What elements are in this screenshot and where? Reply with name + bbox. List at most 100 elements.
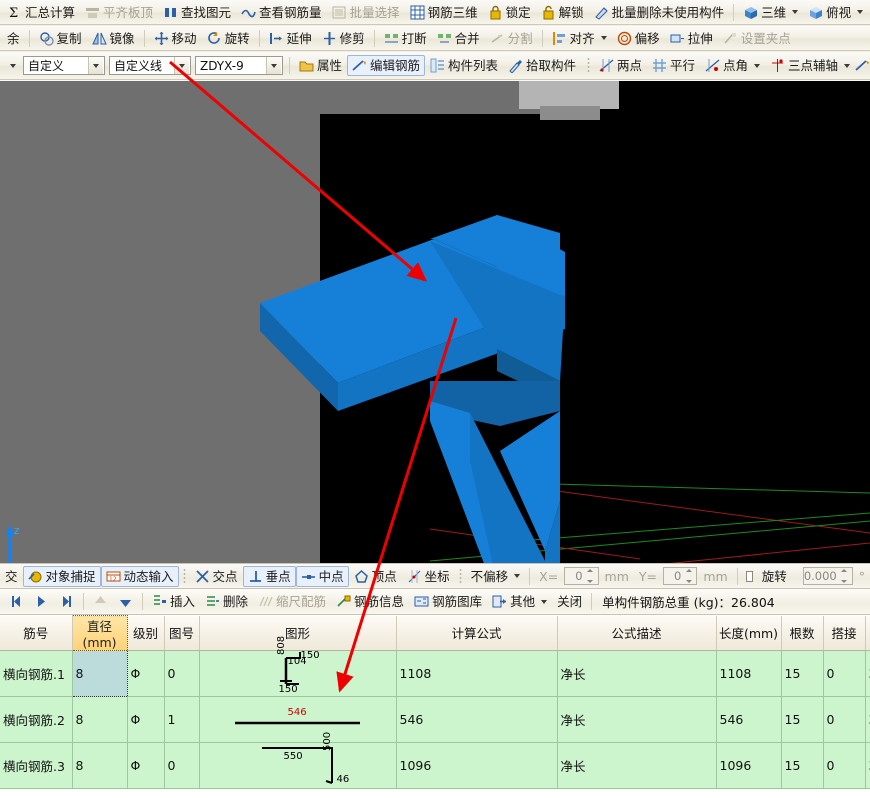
rotate-stepper[interactable] bbox=[839, 568, 850, 584]
prop-button-编辑钢筋[interactable]: 编辑钢筋 bbox=[347, 55, 425, 76]
component-name-combo[interactable]: ZDYX-9 bbox=[195, 56, 283, 75]
cell-sunhao[interactable]: 3 bbox=[865, 651, 870, 697]
prop-button-拾取构件[interactable]: 拾取构件 bbox=[503, 55, 581, 76]
offset-y-stepper[interactable] bbox=[683, 568, 694, 584]
cell-tuxing[interactable]: 546 bbox=[199, 697, 396, 743]
snap-button-坐标[interactable]: 坐标 bbox=[402, 566, 455, 587]
edit-button-修剪[interactable]: 修剪 bbox=[317, 28, 370, 49]
column-header-genshu[interactable]: 根数 bbox=[781, 616, 823, 651]
main-button-汇总计算[interactable]: Σ汇总计算 bbox=[2, 2, 80, 23]
chevron-down-icon[interactable] bbox=[792, 10, 798, 14]
rotate-input[interactable]: 0.000 bbox=[803, 567, 853, 585]
main-button-钢筋三维[interactable]: 钢筋三维 bbox=[405, 2, 483, 23]
snap-button-顶点[interactable]: 顶点 bbox=[349, 566, 402, 587]
rebar-button-其他[interactable]: 其他 bbox=[487, 591, 552, 612]
edit-button-合并[interactable]: 合并 bbox=[432, 28, 485, 49]
cell-zhijing[interactable]: 8 bbox=[72, 697, 127, 743]
cell-genshu[interactable]: 15 bbox=[781, 697, 823, 743]
edit-button-延伸[interactable]: 延伸 bbox=[264, 28, 317, 49]
rebar-button-删除[interactable]: 删除 bbox=[200, 591, 253, 612]
cell-dajie[interactable]: 0 bbox=[823, 743, 865, 789]
cell-jinhao[interactable]: 横向钢筋.3 bbox=[0, 743, 72, 789]
cell-gongshi[interactable]: 1108 bbox=[396, 651, 557, 697]
cell-tuhao[interactable]: 1 bbox=[164, 697, 199, 743]
column-header-miaoshu[interactable]: 公式描述 bbox=[557, 616, 716, 651]
custom-line-combo[interactable]: 自定义线 bbox=[109, 56, 191, 75]
table-row[interactable]: 横向钢筋.38Φ0550500461096净长10961503 bbox=[0, 743, 870, 789]
snapbar-leading-label[interactable]: 交 bbox=[0, 566, 23, 587]
cell-zhijing[interactable]: 8 bbox=[72, 651, 127, 697]
cell-gongshi[interactable]: 1096 bbox=[396, 743, 557, 789]
cell-sunhao[interactable]: 3 bbox=[865, 743, 870, 789]
axis-button-三点辅轴[interactable]: 三点辅轴 bbox=[765, 55, 855, 76]
rotate-checkbox[interactable] bbox=[746, 571, 753, 582]
column-header-changdu[interactable]: 长度(mm) bbox=[716, 616, 781, 651]
column-header-tuxing[interactable]: 图形 bbox=[199, 616, 396, 651]
main-button-查看钢筋量[interactable]: 查看钢筋量 bbox=[236, 2, 327, 23]
cell-miaoshu[interactable]: 净长 bbox=[557, 651, 716, 697]
offset-y-input[interactable]: 0 bbox=[663, 567, 697, 585]
cell-changdu[interactable]: 1108 bbox=[716, 651, 781, 697]
rebar-table-container[interactable]: 筋号直径(mm)级别图号图形计算公式公式描述长度(mm)根数搭接损 横向钢筋.1… bbox=[0, 615, 870, 798]
rebar-button-钢筋信息[interactable]: 钢筋信息 bbox=[331, 591, 409, 612]
rebar-button-钢筋图库[interactable]: 钢筋图库 bbox=[409, 591, 487, 612]
rebar-nav-button-btn[interactable] bbox=[54, 591, 79, 612]
prop-button-构件列表[interactable]: 构件列表 bbox=[425, 55, 503, 76]
cell-tuxing[interactable]: 808104150150 bbox=[199, 651, 396, 697]
table-row[interactable]: 横向钢筋.28Φ1546546净长5461503 bbox=[0, 697, 870, 743]
cell-jibie[interactable]: Φ bbox=[127, 651, 164, 697]
cell-genshu[interactable]: 15 bbox=[781, 651, 823, 697]
custom-line-combo-dropdown-arrow[interactable] bbox=[174, 57, 189, 74]
column-header-zhijing[interactable]: 直径(mm) bbox=[72, 616, 127, 651]
rebar-move-button-btn[interactable] bbox=[113, 591, 138, 612]
axis-button-两点[interactable]: 两点 bbox=[594, 55, 647, 76]
snap-button-垂点[interactable]: 垂点 bbox=[243, 566, 296, 587]
edit-button-移动[interactable]: 移动 bbox=[149, 28, 202, 49]
edit-button-偏移[interactable]: 偏移 bbox=[612, 28, 665, 49]
column-header-dajie[interactable]: 搭接 bbox=[823, 616, 865, 651]
axis-button-点角[interactable]: 点角 bbox=[700, 55, 765, 76]
edit-button-对齐[interactable]: 对齐 bbox=[547, 28, 612, 49]
prop-button-属性[interactable]: 属性 bbox=[294, 55, 347, 76]
cell-jinhao[interactable]: 横向钢筋.2 bbox=[0, 697, 72, 743]
chevron-down-icon[interactable] bbox=[844, 64, 850, 68]
edit-toolbar-leading-label[interactable]: 余 bbox=[2, 28, 25, 49]
offset-x-input[interactable]: 0 bbox=[564, 567, 598, 585]
table-row[interactable]: 横向钢筋.18Φ08081041501501108净长11081503 bbox=[0, 651, 870, 697]
main-button-解锁[interactable]: 解锁 bbox=[536, 2, 589, 23]
main-button-俯视[interactable]: 俯视 bbox=[803, 2, 868, 23]
main-button-查找图元[interactable]: 查找图元 bbox=[158, 2, 236, 23]
edit-button-拉伸[interactable]: 拉伸 bbox=[665, 28, 718, 49]
chevron-down-icon[interactable] bbox=[857, 10, 863, 14]
cell-jinhao[interactable]: 横向钢筋.1 bbox=[0, 651, 72, 697]
cell-dajie[interactable]: 0 bbox=[823, 697, 865, 743]
chevron-down-icon[interactable] bbox=[754, 64, 760, 68]
chevron-down-icon[interactable] bbox=[541, 600, 547, 604]
cell-dajie[interactable]: 0 bbox=[823, 651, 865, 697]
cell-changdu[interactable]: 1096 bbox=[716, 743, 781, 789]
main-button-批量删除未使用构件[interactable]: 批量删除未使用构件 bbox=[589, 2, 730, 23]
component-name-combo-dropdown-arrow[interactable] bbox=[266, 57, 281, 74]
chevron-down-icon[interactable] bbox=[601, 36, 607, 40]
edit-button-旋转[interactable]: 旋转 bbox=[202, 28, 255, 49]
rebar-nav-button-btn[interactable] bbox=[29, 591, 54, 612]
axis-button-平行[interactable]: 平行 bbox=[647, 55, 700, 76]
edit-button-镜像[interactable]: 镜像 bbox=[87, 28, 140, 49]
cell-genshu[interactable]: 15 bbox=[781, 743, 823, 789]
column-header-jinhao[interactable]: 筋号 bbox=[0, 616, 72, 651]
rebar-button-关闭[interactable]: 关闭 bbox=[552, 591, 587, 612]
column-header-jibie[interactable]: 级别 bbox=[127, 616, 164, 651]
3d-viewport[interactable]: Z bbox=[0, 81, 870, 563]
cell-jibie[interactable]: Φ bbox=[127, 697, 164, 743]
cell-zhijing[interactable]: 8 bbox=[72, 743, 127, 789]
cell-tuxing[interactable]: 55050046 bbox=[199, 743, 396, 789]
cell-miaoshu[interactable]: 净长 bbox=[557, 743, 716, 789]
cell-jibie[interactable]: Φ bbox=[127, 743, 164, 789]
chevron-down-icon[interactable] bbox=[514, 574, 520, 578]
snap-button-中点[interactable]: 中点 bbox=[296, 566, 349, 587]
main-button-三维[interactable]: 三维 bbox=[738, 2, 803, 23]
cell-tuhao[interactable]: 0 bbox=[164, 743, 199, 789]
column-header-gongshi[interactable]: 计算公式 bbox=[396, 616, 557, 651]
combo-leading-caret[interactable] bbox=[2, 55, 21, 76]
main-button-锁定[interactable]: 锁定 bbox=[483, 2, 536, 23]
